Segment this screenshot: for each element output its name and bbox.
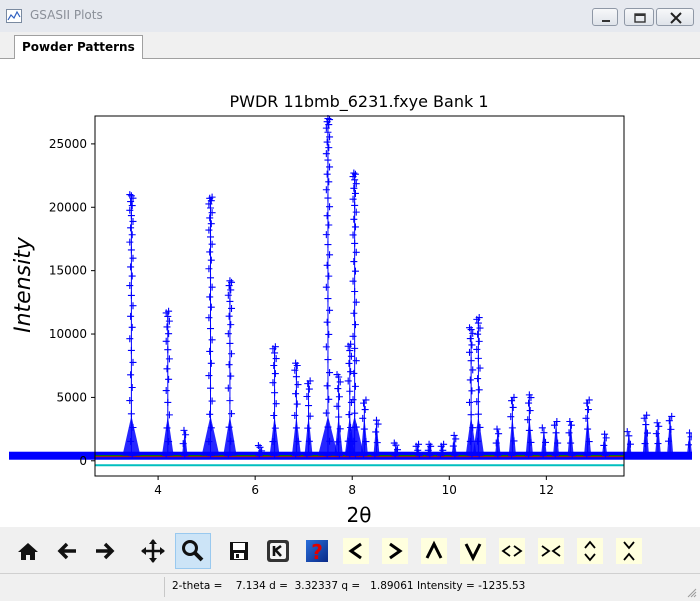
close-button[interactable]: [656, 8, 694, 26]
x-tick-label: 12: [539, 483, 554, 497]
plot-toolbar: ?: [0, 527, 700, 573]
observed-peak: [122, 191, 141, 460]
window-title: GSASII Plots: [30, 8, 103, 22]
shift-down-icon: [460, 538, 486, 564]
observed-peak: [269, 343, 280, 460]
observed-peak: [291, 359, 302, 460]
y-tick-label: 15000: [49, 264, 87, 278]
y-axis-label: Intensity: [11, 236, 36, 333]
chart-title: PWDR 11bmb_6231.fxye Bank 1: [229, 92, 488, 112]
close-icon: [670, 12, 682, 24]
y-tick-label: 25000: [49, 137, 87, 151]
expand-vertical-icon: [577, 538, 603, 564]
status-field-empty: [4, 577, 165, 597]
expand-horizontal-icon: [499, 538, 525, 564]
tab-strip: Powder Patterns: [0, 32, 700, 59]
help-button[interactable]: ?: [301, 535, 333, 567]
home-icon: [18, 543, 38, 560]
y-tick-label: 0: [79, 454, 87, 468]
home-button[interactable]: [12, 535, 44, 567]
observed-peak: [524, 391, 535, 460]
shift-right-icon: [382, 538, 408, 564]
shift-down-button[interactable]: [457, 535, 489, 567]
forward-button[interactable]: [89, 535, 121, 567]
observed-peak: [161, 307, 174, 460]
shift-up-button[interactable]: [418, 535, 450, 567]
shift-up-icon: [421, 538, 447, 564]
expand-vertical-button[interactable]: [574, 535, 606, 567]
plot-canvas[interactable]: PWDR 11bmb_6231.fxye Bank 1 Intensity 2θ…: [9, 59, 700, 527]
y-tick-label: 5000: [56, 390, 87, 404]
y-tick-label: 10000: [49, 327, 87, 341]
x-tick-label: 4: [154, 483, 162, 497]
x-axis-label: 2θ: [347, 503, 372, 527]
resize-grip-icon[interactable]: [687, 588, 697, 598]
contract-vertical-button[interactable]: [613, 535, 645, 567]
observed-peak: [303, 377, 314, 460]
x-tick-label: 10: [442, 483, 457, 497]
cursor-readout: 2-theta = 7.134 d = 3.32337 q = 1.89061 …: [172, 580, 526, 592]
observed-peak: [317, 115, 338, 460]
shift-right-button[interactable]: [379, 535, 411, 567]
forward-arrow-icon: [96, 542, 115, 560]
observed-peak: [465, 324, 477, 460]
observed-peak: [345, 169, 365, 460]
back-button[interactable]: [51, 535, 83, 567]
observed-peak: [472, 314, 485, 460]
key-button[interactable]: [262, 535, 294, 567]
plot-frame: [94, 115, 625, 477]
app-icon: [6, 9, 22, 23]
zoom-icon: [182, 540, 204, 562]
save-icon: [230, 542, 248, 560]
x-tick-label: 6: [251, 483, 259, 497]
expand-horizontal-button[interactable]: [496, 535, 528, 567]
pan-button[interactable]: [137, 535, 169, 567]
status-bar: 2-theta = 7.134 d = 3.32337 q = 1.89061 …: [0, 573, 700, 601]
zoom-button[interactable]: [175, 533, 211, 569]
tab-powder-patterns[interactable]: Powder Patterns: [14, 35, 143, 59]
save-button[interactable]: [223, 535, 255, 567]
powder-pattern-plot[interactable]: PWDR 11bmb_6231.fxye Bank 1 Intensity 2θ…: [9, 59, 700, 527]
shift-left-button[interactable]: [340, 535, 372, 567]
x-tick-label: 8: [348, 483, 356, 497]
back-arrow-icon: [57, 542, 76, 560]
key-icon: [267, 540, 289, 562]
contract-vertical-icon: [616, 538, 642, 564]
contract-horizontal-icon: [538, 538, 564, 564]
window-titlebar[interactable]: GSASII Plots: [0, 0, 700, 33]
restore-button[interactable]: [624, 8, 654, 26]
minimize-icon: [602, 20, 610, 22]
pan-icon: [141, 539, 165, 563]
observed-peak: [223, 277, 237, 460]
minimize-button[interactable]: [592, 8, 618, 26]
help-icon: ?: [306, 540, 328, 564]
restore-icon: [634, 13, 646, 23]
svg-text:?: ?: [311, 540, 323, 564]
contract-horizontal-button[interactable]: [535, 535, 567, 567]
observed-peak: [507, 393, 518, 460]
shift-left-icon: [343, 538, 369, 564]
observed-peak: [201, 193, 220, 460]
y-tick-label: 20000: [49, 200, 87, 214]
observed-peak: [582, 396, 593, 460]
